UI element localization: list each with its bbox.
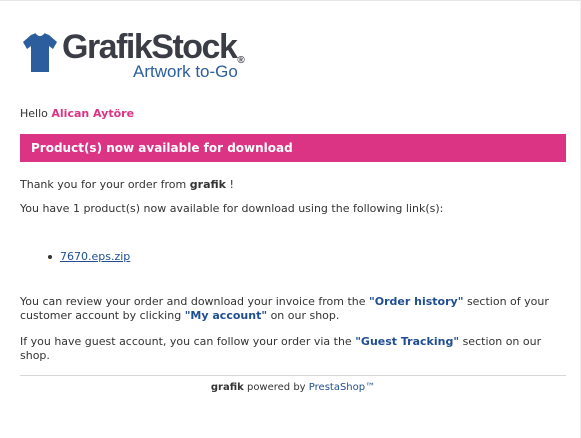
shop-name: grafik <box>189 178 226 191</box>
list-item: 7670.eps.zip <box>20 250 566 264</box>
bullet-icon <box>48 255 52 259</box>
order-history-link[interactable]: "Order history" <box>369 295 463 308</box>
greeting: Hello Alican Aytöre <box>20 107 566 121</box>
registered-mark: ® <box>237 55 245 66</box>
download-count-text: You have 1 product(s) now available for … <box>20 202 444 215</box>
logo-brand-text: GrafikStock <box>62 28 238 66</box>
guest-tracking-link[interactable]: "Guest Tracking" <box>355 335 459 348</box>
guest-paragraph: If you have guest account, you can follo… <box>20 335 542 362</box>
banner-title: Product(s) now available for download <box>20 134 566 162</box>
thanks-message: Thank you for your order from grafik ! <box>20 178 566 192</box>
customer-name: Alican Aytöre <box>51 107 135 120</box>
review-paragraph: You can review your order and download y… <box>20 295 549 322</box>
logo-tagline: Artwork to-Go <box>133 62 238 81</box>
download-list: 7670.eps.zip <box>20 250 566 264</box>
tshirt-icon <box>23 32 57 72</box>
download-link[interactable]: 7670.eps.zip <box>60 250 130 264</box>
footer: grafik powered by PrestaShop™ <box>20 382 566 394</box>
greeting-prefix: Hello <box>20 107 48 120</box>
footer-powered-by: powered by <box>246 382 306 393</box>
email-body: GrafikStock® Artwork to-Go Hello Alican … <box>20 30 566 394</box>
thanks-prefix: Thank you for your order from <box>20 178 187 191</box>
my-account-link[interactable]: "My account" <box>185 309 267 322</box>
footer-divider <box>20 375 566 376</box>
thanks-suffix: ! <box>229 178 234 191</box>
grafikstock-logo: GrafikStock® Artwork to-Go <box>20 30 566 92</box>
prestashop-link[interactable]: PrestaShop™ <box>309 382 375 393</box>
top-border <box>0 0 581 1</box>
footer-shop-link[interactable]: grafik <box>211 382 244 393</box>
